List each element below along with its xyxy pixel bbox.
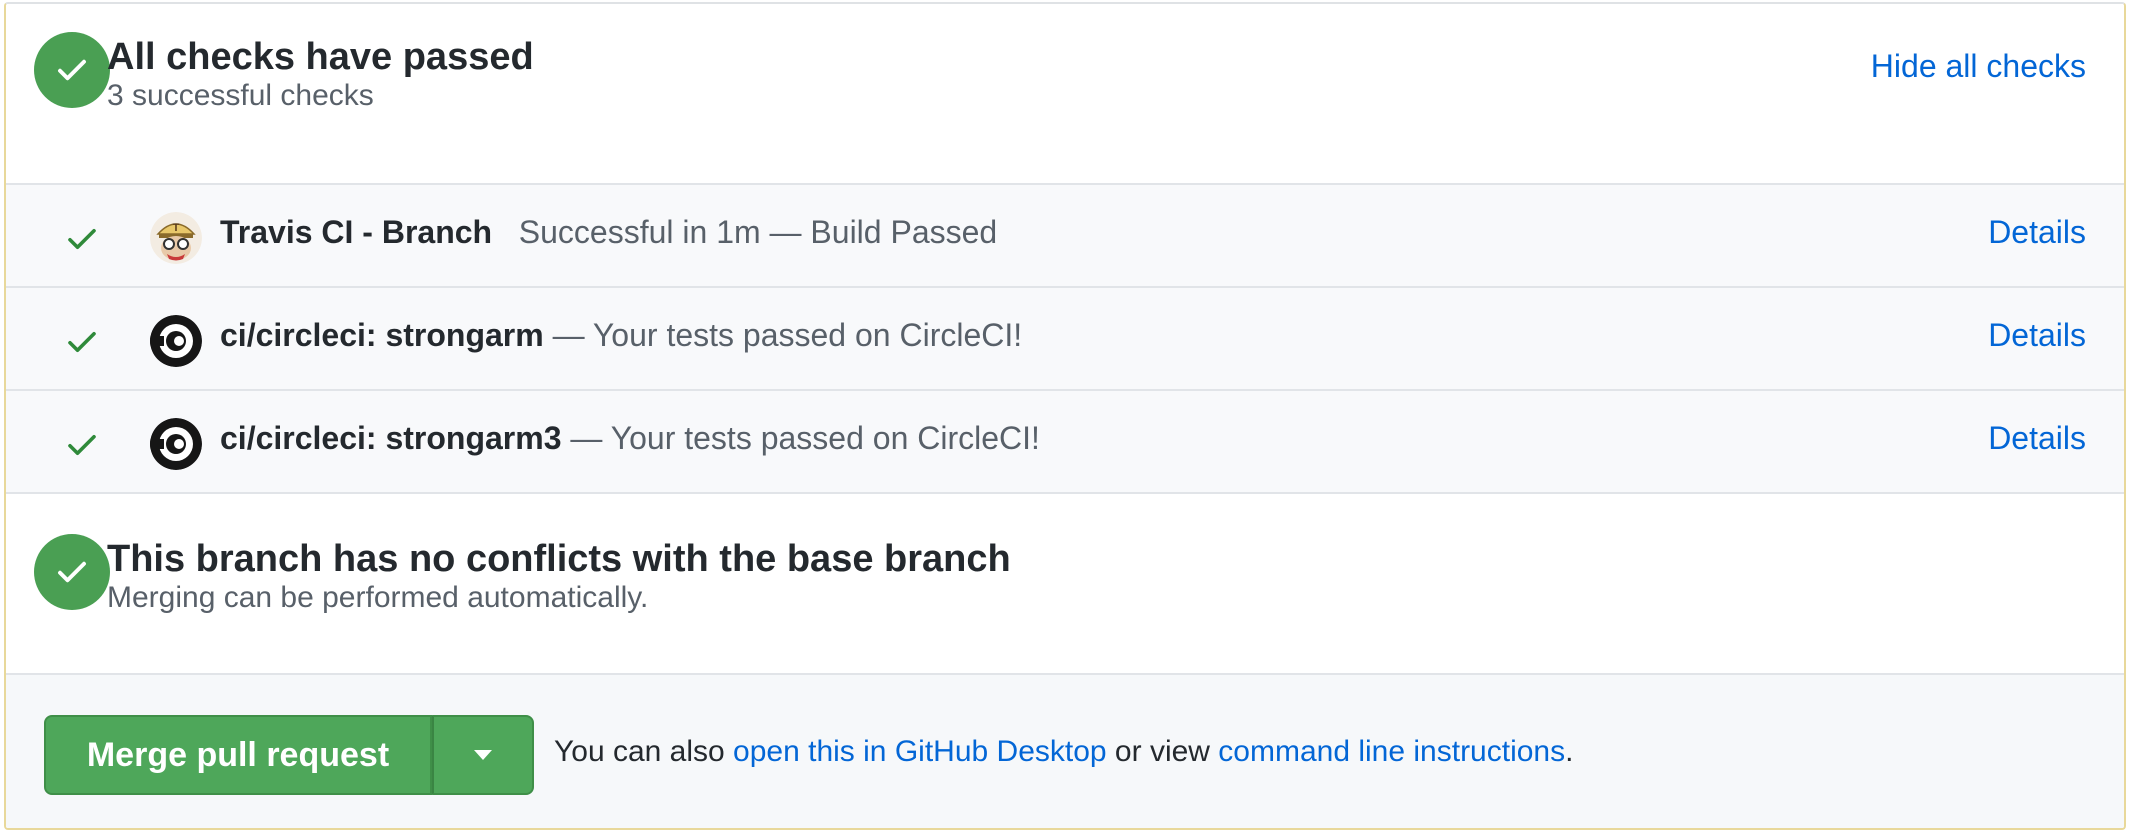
check-row-circleci-strongarm3: ci/circleci: strongarm3 — Your tests pas… — [6, 391, 2124, 494]
checks-status-section: All checks have passed 3 successful chec… — [6, 4, 2124, 185]
hide-all-checks-link[interactable]: Hide all checks — [1871, 48, 2086, 85]
merge-status-subtitle: Merging can be performed automatically. — [107, 581, 649, 614]
check-context-name: ci/circleci: strongarm3 — [220, 420, 562, 456]
check-row-circleci-strongarm: ci/circleci: strongarm — Your tests pass… — [6, 288, 2124, 391]
merge-alternatives-text: You can also open this in GitHub Desktop… — [554, 735, 1574, 768]
caret-down-icon — [474, 750, 492, 760]
check-context-name: ci/circleci: strongarm — [220, 317, 544, 353]
checks-list: T Travis CI - Branch Successful in 1m — … — [6, 185, 2124, 494]
circleci-logo-icon — [150, 315, 202, 367]
checks-status-title: All checks have passed — [107, 36, 534, 78]
merge-button-group: Merge pull request — [44, 715, 534, 795]
check-row-travis: T Travis CI - Branch Successful in 1m — … — [6, 185, 2124, 288]
github-desktop-link[interactable]: open this in GitHub Desktop — [733, 735, 1107, 768]
check-success-icon — [68, 228, 96, 250]
merge-status-section: This branch has no conflicts with the ba… — [6, 494, 2124, 675]
check-description: Successful in 1m — Build Passed — [518, 214, 998, 250]
check-success-icon — [68, 434, 96, 456]
check-details-link[interactable]: Details — [1988, 214, 2086, 251]
check-context-name: Travis CI - Branch — [220, 214, 493, 250]
check-success-icon — [68, 331, 96, 353]
merge-status-title: This branch has no conflicts with the ba… — [107, 538, 1011, 580]
check-description: — Your tests passed on CircleCI! — [570, 420, 1040, 456]
travis-ci-mascot-icon: T — [150, 212, 202, 264]
checks-status-subtitle: 3 successful checks — [107, 79, 374, 112]
check-description: — Your tests passed on CircleCI! — [552, 317, 1023, 353]
no-conflicts-check-icon — [34, 534, 110, 610]
command-line-instructions-link[interactable]: command line instructions — [1218, 735, 1565, 768]
merge-footer: Merge pull request You can also open thi… — [6, 675, 2124, 828]
merge-method-dropdown[interactable] — [432, 715, 534, 795]
svg-text:T: T — [173, 222, 180, 234]
check-details-link[interactable]: Details — [1988, 420, 2086, 457]
checks-passed-check-icon — [34, 32, 110, 108]
merge-pull-request-button[interactable]: Merge pull request — [44, 715, 432, 795]
merge-box: All checks have passed 3 successful chec… — [4, 2, 2126, 830]
circleci-logo-icon — [150, 418, 202, 470]
check-details-link[interactable]: Details — [1988, 317, 2086, 354]
